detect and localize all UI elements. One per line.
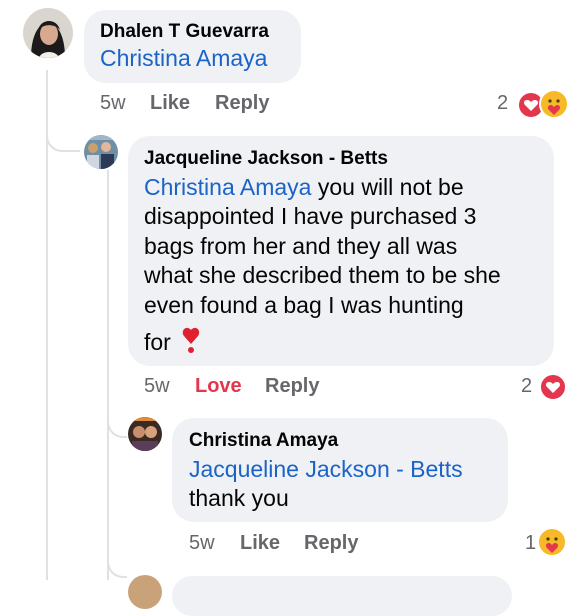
avatar-christina[interactable] [128,417,162,451]
care-icon[interactable] [539,89,569,119]
comment-bubble[interactable]: Christina Amaya Jacqueline Jackson - Bet… [172,418,508,522]
comment-author[interactable]: Jacqueline Jackson - Betts [144,148,388,170]
comment-bubble[interactable]: Jacqueline Jackson - Betts Christina Ama… [128,136,554,366]
reaction-count[interactable]: 2 [521,375,532,398]
mention-link[interactable]: Jacqueline Jackson - Betts [189,455,504,484]
heart-exclamation-icon [181,326,201,361]
thread-line-main [46,70,48,580]
thread-connector-1 [46,120,80,152]
comment-text: Christina Amaya you will not be disappoi… [144,173,549,361]
comment-bubble-next[interactable] [172,576,512,616]
comment-text: Jacqueline Jackson - Betts thank you [189,455,504,514]
thread-connector-3 [107,550,127,578]
comment-actions: 5w Love Reply [144,375,384,399]
reaction-count[interactable]: 1 [525,532,536,555]
avatar-dhalen[interactable] [23,8,73,58]
comment-actions: 5w Like Reply [100,92,300,116]
like-button[interactable]: Like [240,532,280,555]
thread-connector-2 [107,410,127,438]
avatar-next-reply[interactable] [128,575,162,609]
timestamp[interactable]: 5w [100,92,126,115]
timestamp[interactable]: 5w [189,532,215,555]
comment-author[interactable]: Christina Amaya [189,430,338,452]
reply-button[interactable]: Reply [215,92,269,115]
love-icon[interactable] [539,373,567,401]
reply-button[interactable]: Reply [265,375,319,398]
mention-link[interactable]: Christina Amaya [144,174,311,200]
avatar-jacqueline[interactable] [84,135,118,169]
thread-line-reply [107,170,109,580]
reaction-count[interactable]: 2 [497,92,508,115]
comment-actions: 5w Like Reply [189,532,389,556]
mention-link[interactable]: Christina Amaya [100,44,267,73]
care-icon[interactable] [537,527,567,557]
comment-author[interactable]: Dhalen T Guevarra [100,21,269,43]
comment-bubble[interactable]: Dhalen T Guevarra Christina Amaya [84,10,301,83]
love-button[interactable]: Love [195,375,242,398]
timestamp[interactable]: 5w [144,375,170,398]
like-button[interactable]: Like [150,92,190,115]
reply-button[interactable]: Reply [304,532,358,555]
